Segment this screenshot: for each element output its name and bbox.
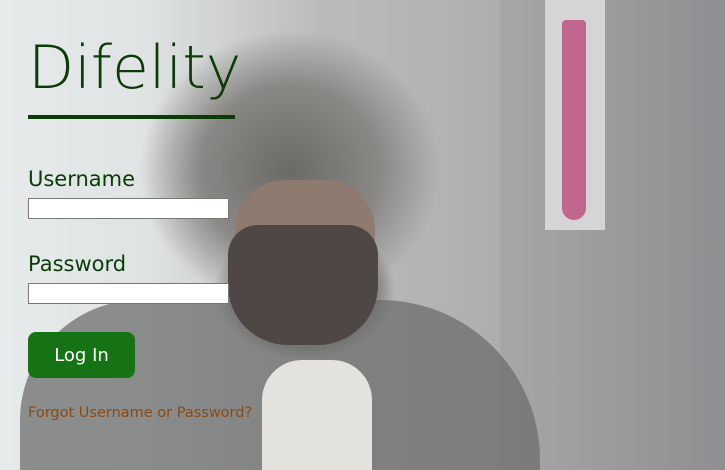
tie: [562, 20, 586, 220]
face-mask: [228, 225, 378, 345]
login-button[interactable]: Log In: [28, 332, 135, 378]
suit-figure: [500, 0, 725, 470]
password-label: Password: [28, 252, 127, 276]
password-input[interactable]: [28, 283, 229, 304]
username-input[interactable]: [28, 198, 229, 219]
logo-underline: [28, 115, 235, 119]
username-label: Username: [28, 167, 136, 191]
blouse: [262, 360, 372, 470]
forgot-credentials-link[interactable]: Forgot Username or Password?: [28, 405, 252, 421]
brand-logo: Difelity: [28, 33, 242, 103]
